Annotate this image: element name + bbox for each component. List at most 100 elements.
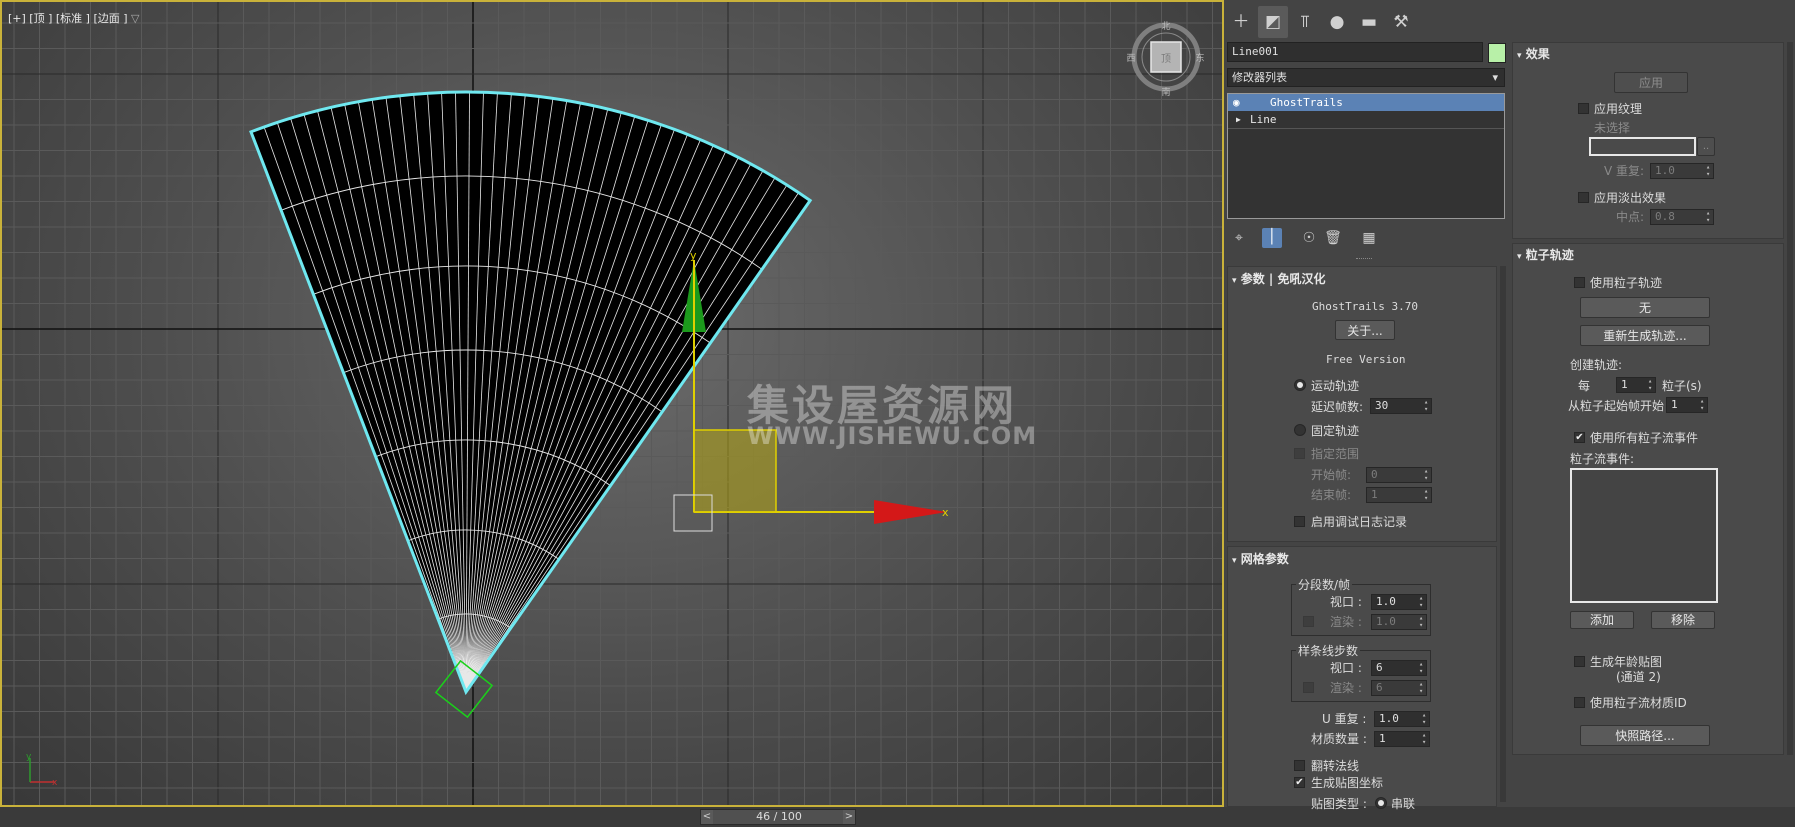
- use-particle-trail-checkbox[interactable]: [1574, 277, 1585, 288]
- svg-text:东: 东: [1195, 52, 1204, 64]
- remove-modifier-icon[interactable]: 🗑: [1324, 229, 1342, 247]
- svg-text:顶: 顶: [1161, 53, 1171, 65]
- flip-normals-checkbox[interactable]: [1294, 760, 1305, 771]
- make-unique-icon[interactable]: ☉: [1300, 229, 1318, 247]
- utilities-icon[interactable]: ⚒: [1386, 6, 1416, 38]
- gen-mapping-label: 生成贴图坐标: [1311, 776, 1384, 790]
- stack-item-ghosttrails[interactable]: ◉ GhostTrails: [1228, 94, 1504, 111]
- end-frame-label: 结束帧:: [1311, 488, 1352, 502]
- right-column-scrollbar[interactable]: [1787, 42, 1793, 755]
- flip-normals-label: 翻转法线: [1311, 759, 1360, 773]
- modifier-stack[interactable]: ◉ GhostTrails ▶ Line: [1227, 93, 1505, 219]
- use-particle-trail-label: 使用粒子轨迹: [1590, 276, 1663, 290]
- map-type-label: 贴图类型 :: [1311, 797, 1367, 811]
- params-rollout-header[interactable]: ▾ 参数 | 免吼汉化: [1232, 270, 1325, 287]
- apply-fade-label: 应用淡出效果: [1594, 191, 1667, 205]
- viewport-scene[interactable]: y x x y 顶 北 南 西 东: [2, 2, 1222, 805]
- time-bar: [0, 807, 1795, 827]
- pin-icon[interactable]: ⌖: [1230, 229, 1248, 247]
- display-icon[interactable]: ▬: [1354, 6, 1384, 38]
- seg-render-spinner[interactable]: 1.0: [1371, 614, 1427, 630]
- v-repeat-spinner[interactable]: 1.0: [1650, 163, 1714, 179]
- about-button[interactable]: 关于...: [1335, 320, 1395, 340]
- midpoint-label: 中点:: [1616, 210, 1645, 224]
- motion-icon[interactable]: ●: [1322, 6, 1352, 38]
- time-next-button[interactable]: >: [843, 810, 855, 824]
- texture-browse-button[interactable]: ..: [1697, 137, 1715, 156]
- show-end-result-icon[interactable]: │: [1262, 228, 1282, 248]
- seg-render-checkbox[interactable]: [1303, 616, 1314, 627]
- left-column-scrollbar[interactable]: [1500, 266, 1506, 802]
- map-type-value: 串联: [1391, 797, 1416, 811]
- object-name-field[interactable]: Line001: [1227, 42, 1483, 62]
- u-repeat-label: U 重复 :: [1322, 712, 1367, 726]
- start-from-spinner[interactable]: 1: [1666, 397, 1708, 413]
- object-color-swatch[interactable]: [1488, 43, 1506, 63]
- configure-icon[interactable]: ▦: [1360, 229, 1378, 247]
- gen-age-map-checkbox[interactable]: [1574, 656, 1585, 667]
- snapshot-path-button[interactable]: 快照路径...: [1580, 725, 1710, 746]
- mesh-rollout-header[interactable]: ▾ 网格参数: [1232, 550, 1289, 567]
- axis-tripod: x y: [26, 752, 58, 788]
- gizmo-x-arrow: [874, 500, 947, 524]
- frame-counter: 46 / 100: [756, 810, 802, 823]
- u-repeat-spinner[interactable]: 1.0: [1374, 711, 1430, 727]
- fixed-trail-radio[interactable]: [1294, 424, 1306, 436]
- use-all-events-checkbox[interactable]: ✔: [1574, 432, 1585, 443]
- gizmo-y-label: y: [690, 249, 697, 262]
- time-slider[interactable]: < 46 / 100 >: [700, 809, 856, 825]
- hierarchy-icon[interactable]: ⫪: [1290, 6, 1320, 38]
- motion-trail-label: 运动轨迹: [1311, 379, 1360, 393]
- filter-icon[interactable]: ▽: [131, 12, 139, 25]
- spline-viewport-spinner[interactable]: 6: [1371, 660, 1427, 676]
- start-from-label: 从粒子起始帧开始: [1568, 399, 1665, 413]
- remove-event-button[interactable]: 移除: [1651, 611, 1715, 629]
- apply-fade-checkbox[interactable]: [1578, 192, 1589, 203]
- modifier-list-dropdown[interactable]: 修改器列表 ▾: [1227, 68, 1505, 87]
- particle-none-button[interactable]: 无: [1580, 297, 1710, 318]
- modify-icon[interactable]: ◩: [1258, 6, 1288, 38]
- debug-log-checkbox[interactable]: [1294, 516, 1305, 527]
- v-repeat-label: V 重复:: [1604, 164, 1645, 178]
- gizmo-x-label: x: [942, 506, 949, 519]
- use-mat-id-checkbox[interactable]: [1574, 697, 1585, 708]
- spline-viewport-label: 视口 :: [1330, 661, 1362, 675]
- end-frame-spinner[interactable]: 1: [1366, 487, 1432, 503]
- ghosttrails-fan-mesh: [249, 90, 813, 696]
- stack-item-line[interactable]: ▶ Line: [1228, 111, 1504, 129]
- delay-frames-spinner[interactable]: 30: [1370, 398, 1432, 414]
- svg-text:南: 南: [1161, 86, 1170, 98]
- viewport-label[interactable]: [+] [顶 ] [标准 ] [边面 ] ▽: [8, 10, 140, 26]
- apply-texture-label: 应用纹理: [1594, 102, 1643, 116]
- texture-slot-button[interactable]: [1589, 137, 1696, 156]
- map-type-radio[interactable]: [1375, 797, 1387, 809]
- chevron-down-icon: ▾: [1492, 71, 1498, 84]
- viewcube[interactable]: 顶 北 南 西 东: [1126, 21, 1204, 98]
- expand-triangle-icon[interactable]: ▶: [1236, 111, 1241, 128]
- apply-button[interactable]: 应用: [1614, 72, 1688, 93]
- viewport-top[interactable]: y x x y 顶 北 南 西 东 [+] [顶 ] [标准 ] [边面 ] ▽…: [0, 0, 1224, 807]
- effects-rollout-header[interactable]: ▾ 效果: [1517, 45, 1550, 62]
- channel-label: (通道 2): [1616, 670, 1661, 684]
- particle-rollout-header[interactable]: ▾ 粒子轨迹: [1517, 246, 1574, 263]
- seg-viewport-spinner[interactable]: 1.0: [1371, 594, 1427, 610]
- start-frame-spinner[interactable]: 0: [1366, 467, 1432, 483]
- spline-render-checkbox[interactable]: [1303, 682, 1314, 693]
- regenerate-trail-button[interactable]: 重新生成轨迹...: [1580, 325, 1710, 346]
- use-all-events-label: 使用所有粒子流事件: [1590, 431, 1699, 445]
- gen-mapping-checkbox[interactable]: ✔: [1294, 777, 1305, 788]
- specify-range-checkbox[interactable]: [1294, 448, 1305, 459]
- events-label: 粒子流事件:: [1570, 452, 1635, 466]
- add-event-button[interactable]: 添加: [1570, 611, 1634, 629]
- motion-trail-radio[interactable]: [1294, 379, 1306, 391]
- create-icon[interactable]: ＋: [1226, 6, 1256, 38]
- mat-count-spinner[interactable]: 1: [1374, 731, 1430, 747]
- particle-events-list[interactable]: [1570, 468, 1718, 603]
- every-spinner[interactable]: 1: [1616, 377, 1656, 393]
- midpoint-spinner[interactable]: 0.8: [1650, 209, 1714, 225]
- mat-count-label: 材质数量 :: [1311, 732, 1367, 746]
- eye-icon[interactable]: ◉: [1233, 94, 1240, 111]
- spline-render-spinner[interactable]: 6: [1371, 680, 1427, 696]
- apply-texture-checkbox[interactable]: [1578, 103, 1589, 114]
- seg-viewport-label: 视口 :: [1330, 595, 1362, 609]
